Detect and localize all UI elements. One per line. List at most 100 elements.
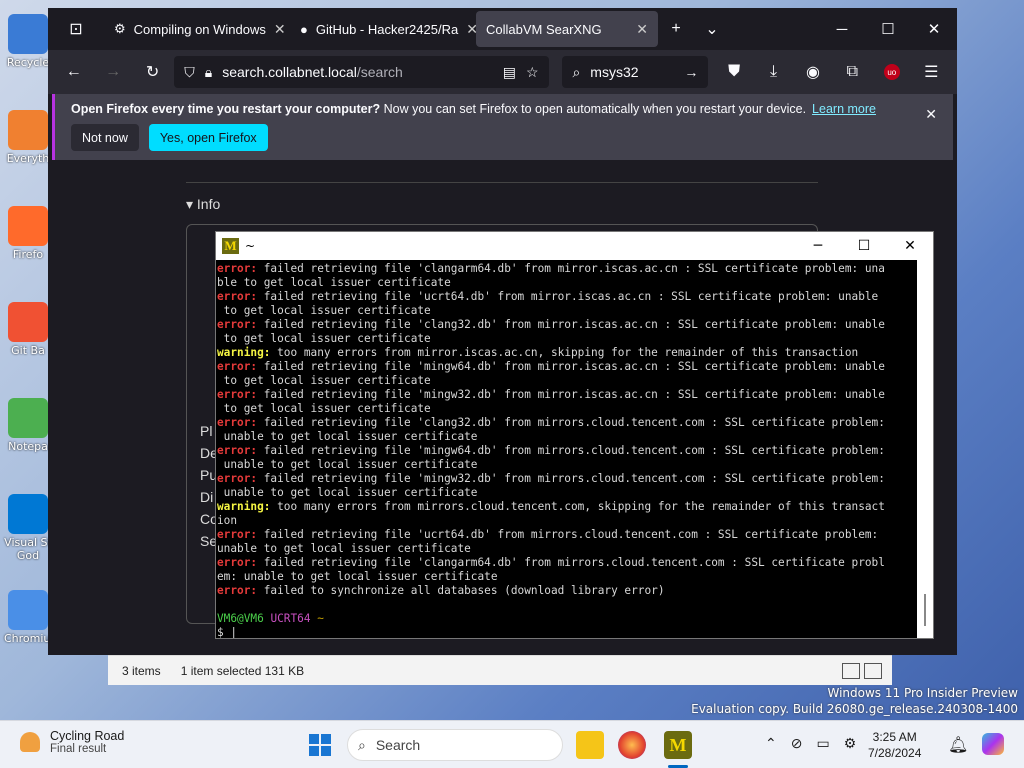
bookmark-star-icon[interactable]: ☆ [526, 64, 539, 81]
pocket-icon[interactable]: ⛊ [716, 54, 751, 90]
desktop-icon[interactable]: Everyth [4, 110, 52, 165]
watermark-line2: Evaluation copy. Build 26080.ge_release.… [691, 702, 1018, 716]
desktop-icon-label: Recycle [6, 56, 50, 69]
maximize-icon[interactable]: ☐ [841, 232, 887, 260]
system-tray: ⌃ ⊘ ▭ ⚙ [765, 735, 856, 752]
watermark-line1: Windows 11 Pro Insider Preview [827, 686, 1018, 700]
tab-overview-icon[interactable]: ⊡ [48, 11, 104, 47]
firefox-icon[interactable] [618, 731, 646, 759]
terminal-scrollbar[interactable] [917, 260, 933, 638]
yes-open-firefox-button[interactable]: Yes, open Firefox [148, 124, 268, 151]
menu-icon[interactable]: ☰ [914, 54, 949, 90]
terminal-line: unable to get local issuer certificate [217, 542, 471, 555]
desktop-icon-label: Firefo [12, 248, 44, 261]
terminal-line-tag: error: [217, 416, 258, 429]
desktop-icon-label: Visual St God [4, 536, 52, 562]
not-now-button[interactable]: Not now [71, 124, 139, 151]
close-icon[interactable]: ✕ [887, 232, 933, 260]
gear-icon: ⚙ [114, 21, 126, 36]
close-icon[interactable]: ✕ [911, 8, 957, 50]
terminal-line: to get local issuer certificate [217, 374, 431, 387]
network-icon[interactable]: ⊘ [791, 735, 803, 752]
github-icon: ● [300, 21, 308, 37]
taskbar-search[interactable]: ⌕ Search [347, 729, 563, 761]
mintty-terminal-window[interactable]: M ~ ─ ☐ ✕ error: failed retrieving file … [215, 231, 934, 639]
search-bar[interactable]: ⌕ msys32 → [562, 56, 709, 88]
tab-3[interactable]: CollabVM SearXNG ✕ [476, 11, 658, 47]
go-arrow-icon[interactable]: → [684, 64, 698, 80]
file-explorer-icon[interactable] [576, 731, 604, 759]
desktop-icon[interactable]: Chromium [4, 590, 61, 645]
file-explorer-statusbar: 3 items 1 item selected 131 KB [108, 655, 892, 685]
display-icon[interactable]: ▭ [816, 735, 829, 752]
info-section-toggle[interactable]: ▾ Info [186, 196, 220, 213]
terminal-line-tag: error: [217, 262, 258, 275]
settings-icon[interactable]: ⚙ [844, 735, 857, 752]
forward-icon[interactable]: → [95, 54, 130, 90]
close-notification-icon[interactable]: ✕ [925, 106, 937, 123]
close-tab-icon[interactable]: ✕ [274, 21, 286, 38]
tab-2[interactable]: ● GitHub - Hacker2425/Ra ✕ [290, 11, 476, 47]
terminal-line-tag: error: [217, 360, 258, 373]
terminal-line: error: failed retrieving file 'ucrt64.db… [217, 528, 879, 541]
notification-bell-icon[interactable]: 🔔︎ [948, 735, 968, 755]
weather-subtitle: Final result [50, 743, 107, 755]
terminal-line: error: failed retrieving file 'mingw32.d… [217, 388, 885, 401]
minimize-icon[interactable]: ─ [819, 8, 865, 50]
weather-widget[interactable]: Cycling Road Final result [20, 729, 124, 755]
extensions-icon[interactable]: ⧉ [835, 54, 870, 90]
terminal-line: warning: too many errors from mirrors.cl… [217, 500, 885, 513]
terminal-line: error: failed retrieving file 'mingw64.d… [217, 360, 885, 373]
back-icon[interactable]: ← [56, 54, 91, 90]
terminal-output[interactable]: error: failed retrieving file 'clangarm6… [216, 260, 917, 638]
details-view-icon[interactable] [842, 662, 860, 679]
reload-icon[interactable]: ↻ [135, 54, 170, 90]
learn-more-link[interactable]: Learn more [812, 102, 876, 116]
nav-bar: ← → ↻ ⛉ 🔒︎ search.collabnet.local/search… [48, 50, 957, 94]
terminal-line-tag: error: [217, 556, 258, 569]
terminal-line-tag: warning: [217, 500, 271, 513]
close-tab-icon[interactable]: ✕ [636, 21, 648, 38]
close-tab-icon[interactable]: ✕ [466, 21, 476, 38]
lock-icon[interactable]: 🔒︎ [205, 64, 212, 81]
copilot-icon[interactable] [982, 733, 1004, 755]
url-bar[interactable]: ⛉ 🔒︎ search.collabnet.local/search ▤ ☆ [174, 56, 549, 88]
shield-icon[interactable]: ⛉ [184, 64, 195, 81]
date: 7/28/2024 [868, 746, 922, 760]
terminal-line: to get local issuer certificate [217, 304, 431, 317]
desktop-icon[interactable]: Visual St God [4, 494, 52, 562]
terminal-line: error: failed retrieving file 'mingw64.d… [217, 444, 885, 457]
desktop-icon[interactable]: Notepa [4, 398, 52, 453]
downloads-icon[interactable]: ⤓ [756, 54, 791, 90]
items-count: 3 items [122, 663, 161, 678]
reader-view-icon[interactable]: ▤ [503, 64, 516, 81]
search-placeholder: Search [375, 737, 421, 753]
minimize-icon[interactable]: ─ [795, 232, 841, 260]
msys2-icon[interactable]: M [664, 731, 692, 759]
maximize-icon[interactable]: ☐ [865, 8, 911, 50]
terminal-line: to get local issuer certificate [217, 402, 431, 415]
tiles-view-icon[interactable] [864, 662, 882, 679]
chevron-up-icon[interactable]: ⌃ [765, 735, 777, 752]
tab-label: GitHub - Hacker2425/Ra [315, 21, 459, 37]
msys2-logo-icon: M [222, 238, 239, 254]
ublock-icon[interactable]: uo [874, 54, 909, 90]
url-text: search.collabnet.local/search [222, 64, 403, 80]
account-icon[interactable]: ◉ [795, 54, 830, 90]
list-tabs-icon[interactable]: ⌄ [694, 11, 730, 47]
start-button[interactable] [309, 734, 331, 756]
new-tab-icon[interactable]: + [658, 11, 694, 47]
terminal-line: unable to get local issuer certificate [217, 458, 478, 471]
desktop-icon[interactable]: Firefo [4, 206, 52, 261]
desktop-icon[interactable]: Git Ba [4, 302, 52, 357]
terminal-input-line[interactable]: $ | [217, 626, 917, 638]
terminal-line: unable to get local issuer certificate [217, 486, 478, 499]
time: 3:25 AM [872, 730, 917, 744]
terminal-line: unable to get local issuer certificate [217, 430, 478, 443]
clock[interactable]: 3:25 AM 7/28/2024 [868, 729, 921, 761]
desktop-icon-label: Git Ba [11, 344, 45, 357]
terminal-line-tag: error: [217, 290, 258, 303]
tab-1[interactable]: ⚙ Compiling on Windows ✕ [104, 11, 290, 47]
desktop-icon[interactable]: Recycle [4, 14, 52, 69]
cycling-icon [20, 732, 40, 752]
